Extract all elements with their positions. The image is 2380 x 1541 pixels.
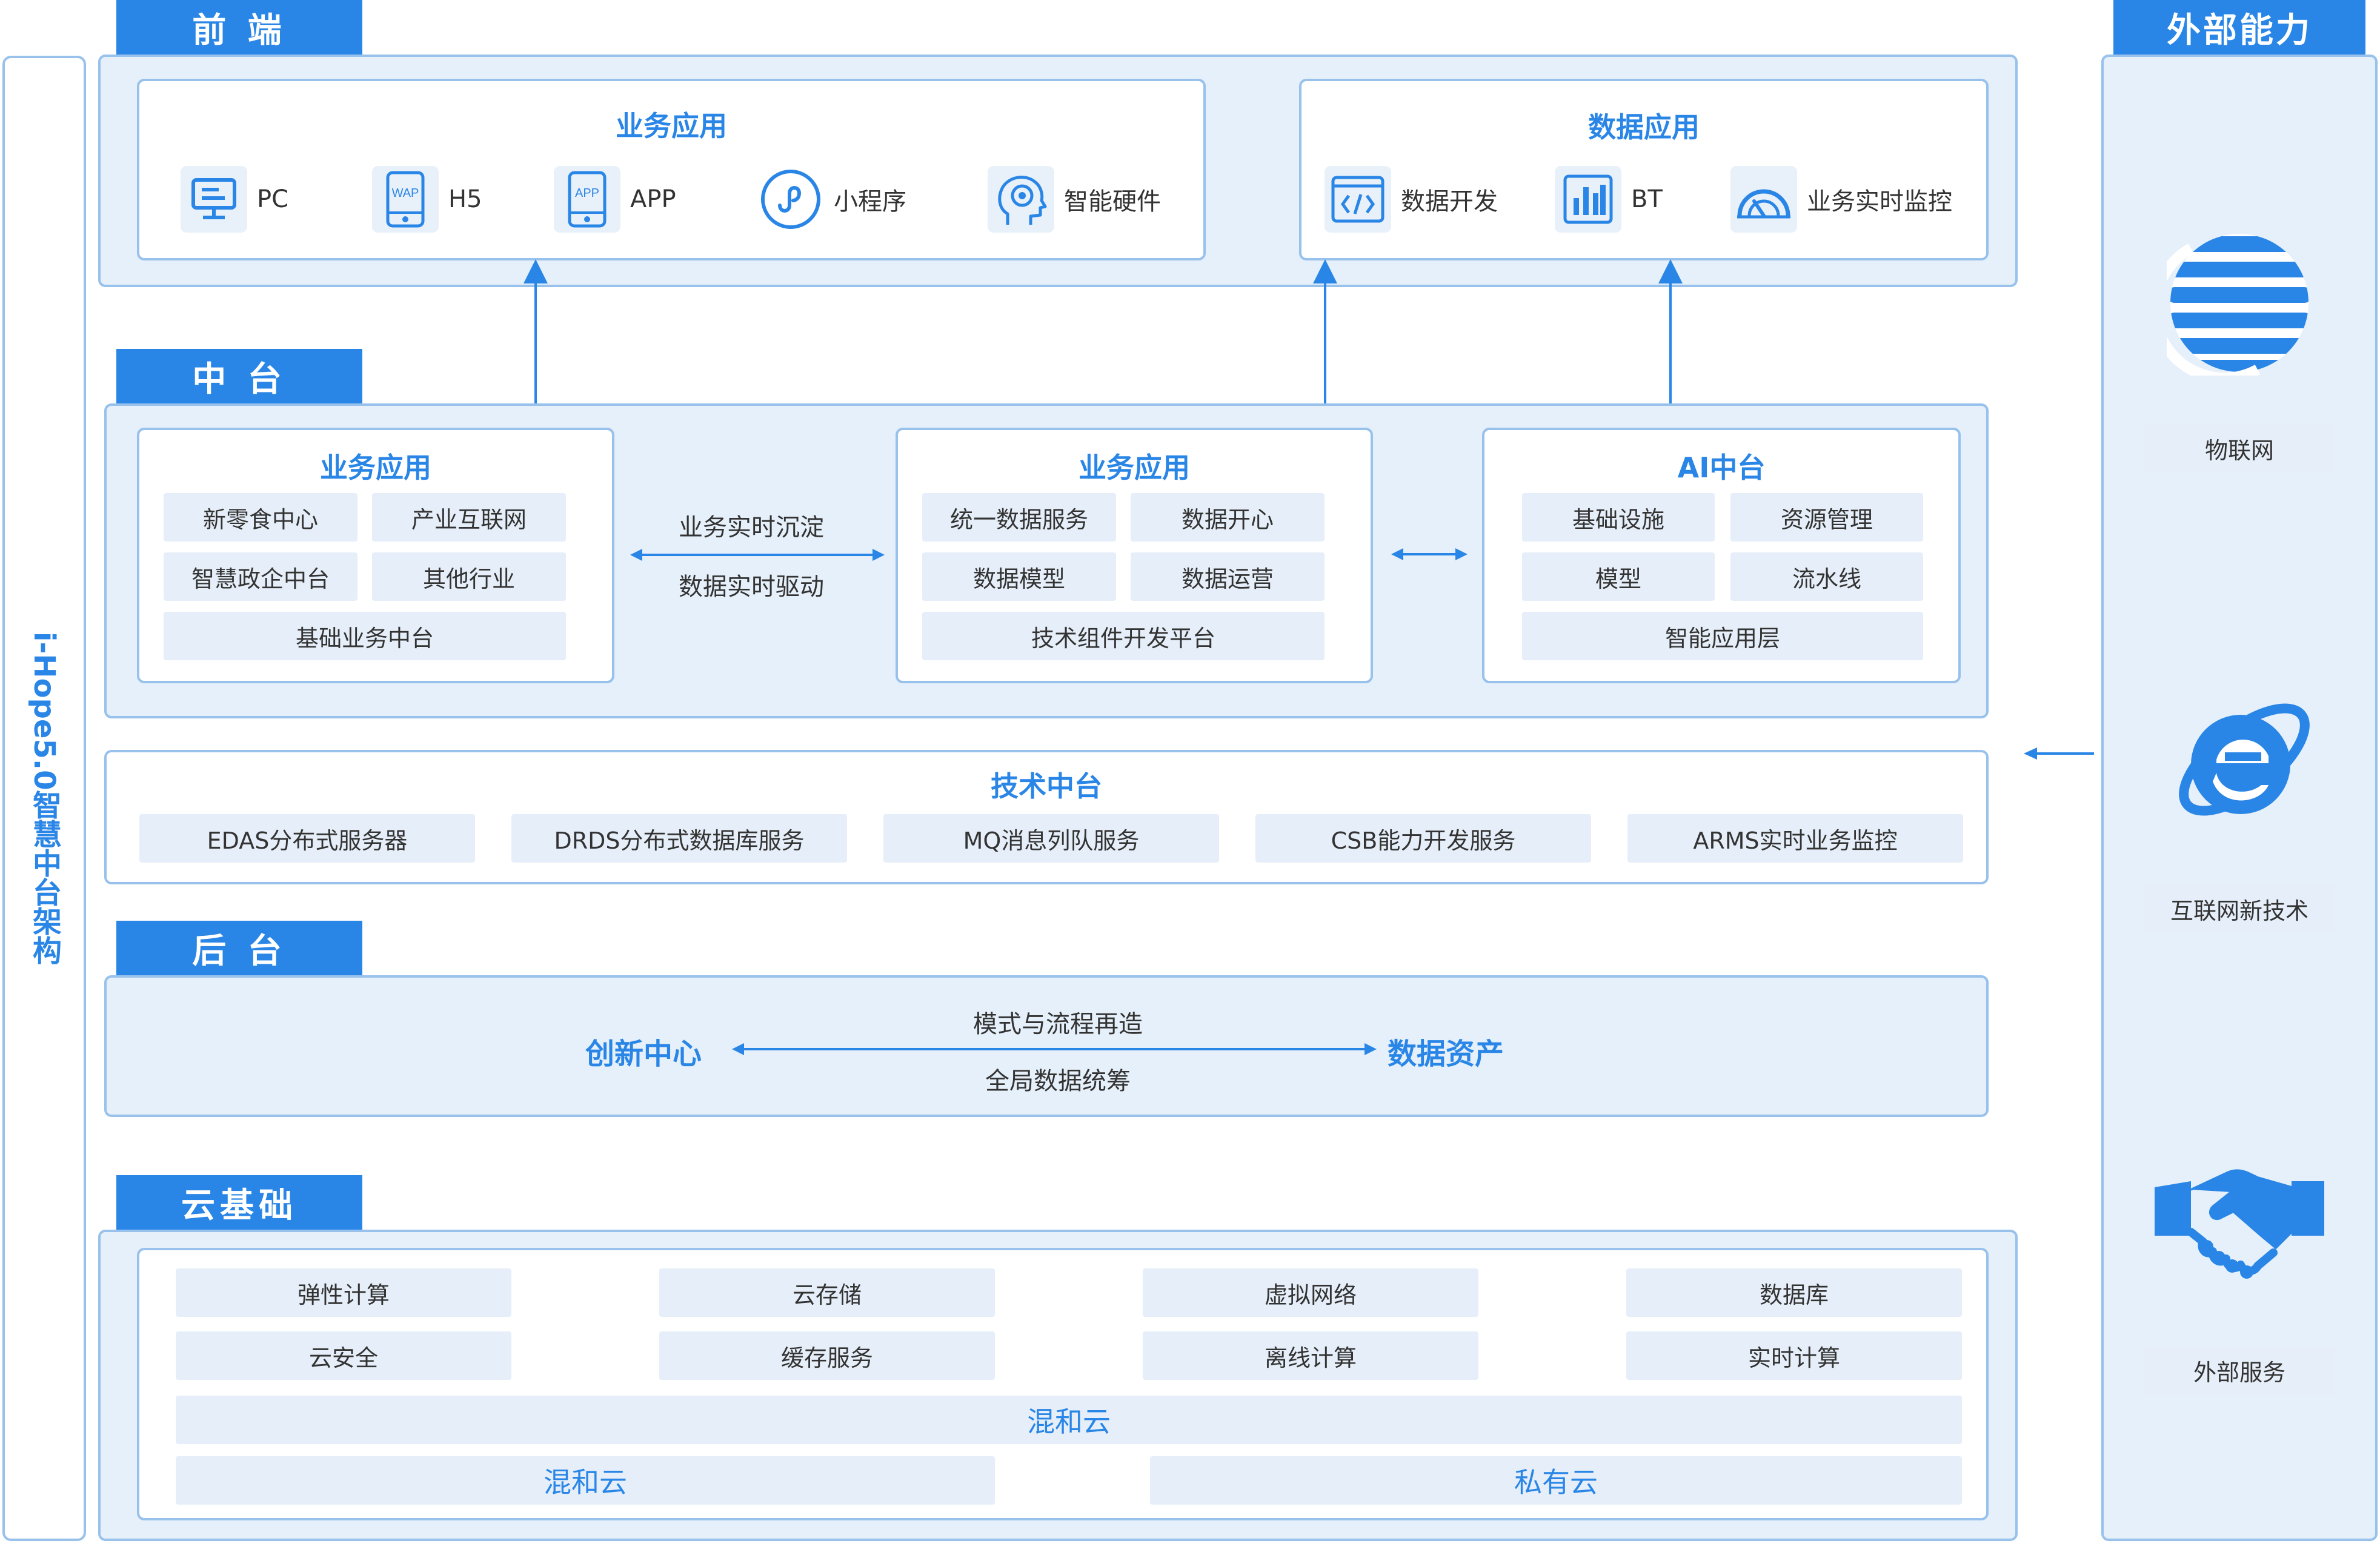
globe-icon — [2167, 234, 2309, 376]
arrow-external-to-tech — [2024, 747, 2094, 760]
handshake-icon — [2155, 1169, 2324, 1279]
chip-database[interactable]: 数据库 — [1626, 1268, 1962, 1317]
cloud-inner-box: 弹性计算 云存储 虚拟网络 数据库 云安全 缓存服务 离线计算 实时计算 混和云… — [137, 1248, 1989, 1520]
chip-cloud-security[interactable]: 云安全 — [176, 1331, 511, 1380]
chip-infrastructure[interactable]: 基础设施 — [1522, 493, 1715, 542]
chip-tech-component[interactable]: 技术组件开发平台 — [922, 612, 1325, 660]
double-arrow-ai — [1391, 548, 1468, 560]
middle-data-center: 业务应用 统一数据服务 数据开心 数据模型 数据运营 技术组件开发平台 — [896, 428, 1373, 683]
backend-top-label: 模式与流程再造 — [973, 1010, 1143, 1038]
chip-model[interactable]: 模型 — [1522, 552, 1715, 601]
external-service-label[interactable]: 外部服务 — [2144, 1346, 2335, 1394]
chip-elastic-compute[interactable]: 弹性计算 — [176, 1268, 511, 1317]
data-assets[interactable]: 数据资产 — [1388, 1030, 1504, 1072]
data-center-title: 业务应用 — [1079, 451, 1190, 484]
chip-drds[interactable]: DRDS分布式数据库服务 — [511, 814, 847, 863]
chip-cloud-storage[interactable]: 云存储 — [659, 1268, 995, 1317]
section-tab-external: 外部能力 — [2113, 0, 2365, 55]
ie-icon — [2179, 703, 2310, 816]
sync-label-bottom: 数据实时驱动 — [679, 573, 824, 601]
double-arrow-sync — [630, 549, 885, 561]
chip-base-business[interactable]: 基础业务中台 — [164, 612, 566, 660]
tech-center-title: 技术中台 — [991, 770, 1102, 803]
sync-label-top: 业务实时沉淀 — [679, 514, 824, 542]
ai-center-title: AI中台 — [1677, 451, 1766, 484]
chip-cache-service[interactable]: 缓存服务 — [659, 1331, 995, 1380]
chip-smart-gov[interactable]: 智慧政企中台 — [164, 552, 357, 601]
chip-realtime-compute[interactable]: 实时计算 — [1626, 1331, 1962, 1380]
chip-hybrid-cloud-full[interactable]: 混和云 — [176, 1396, 1962, 1444]
chip-industrial-internet[interactable]: 产业互联网 — [372, 493, 566, 542]
chip-unified-data[interactable]: 统一数据服务 — [922, 493, 1116, 542]
chip-new-retail[interactable]: 新零食中心 — [164, 493, 357, 542]
chip-data-happy[interactable]: 数据开心 — [1131, 493, 1325, 542]
section-tab-middle: 中 台 — [116, 349, 362, 403]
business-center-title: 业务应用 — [320, 451, 431, 484]
tech-center-panel: 技术中台 EDAS分布式服务器 DRDS分布式数据库服务 MQ消息列队服务 CS… — [104, 750, 1989, 884]
chip-csb[interactable]: CSB能力开发服务 — [1255, 814, 1591, 863]
chip-smart-app-layer[interactable]: 智能应用层 — [1522, 612, 1923, 660]
chip-resource-mgmt[interactable]: 资源管理 — [1730, 493, 1923, 542]
chip-arms[interactable]: ARMS实时业务监控 — [1627, 814, 1963, 863]
external-iot-label[interactable]: 物联网 — [2144, 424, 2335, 472]
chip-mq[interactable]: MQ消息列队服务 — [883, 814, 1219, 863]
innovation-center[interactable]: 创新中心 — [585, 1030, 702, 1072]
chip-other-industry[interactable]: 其他行业 — [372, 552, 566, 601]
external-internet-tech-label[interactable]: 互联网新技术 — [2144, 884, 2335, 933]
chip-pipeline[interactable]: 流水线 — [1730, 552, 1923, 601]
section-tab-cloud: 云基础 — [116, 1175, 362, 1230]
chip-edas[interactable]: EDAS分布式服务器 — [139, 814, 475, 863]
chip-data-model[interactable]: 数据模型 — [922, 552, 1116, 601]
chip-offline-compute[interactable]: 离线计算 — [1143, 1331, 1478, 1380]
chip-data-operations[interactable]: 数据运营 — [1131, 552, 1325, 601]
chip-hybrid-cloud[interactable]: 混和云 — [176, 1456, 995, 1505]
chip-virtual-network[interactable]: 虚拟网络 — [1143, 1268, 1478, 1317]
middle-business-center: 业务应用 新零食中心 产业互联网 智慧政企中台 其他行业 基础业务中台 — [137, 428, 614, 683]
section-tab-backend: 后 台 — [116, 921, 362, 975]
backend-bottom-label: 全局数据统筹 — [985, 1067, 1131, 1095]
double-arrow-backend — [732, 1043, 1377, 1055]
middle-ai-center: AI中台 基础设施 资源管理 模型 流水线 智能应用层 — [1482, 428, 1961, 683]
chip-private-cloud[interactable]: 私有云 — [1150, 1456, 1962, 1505]
